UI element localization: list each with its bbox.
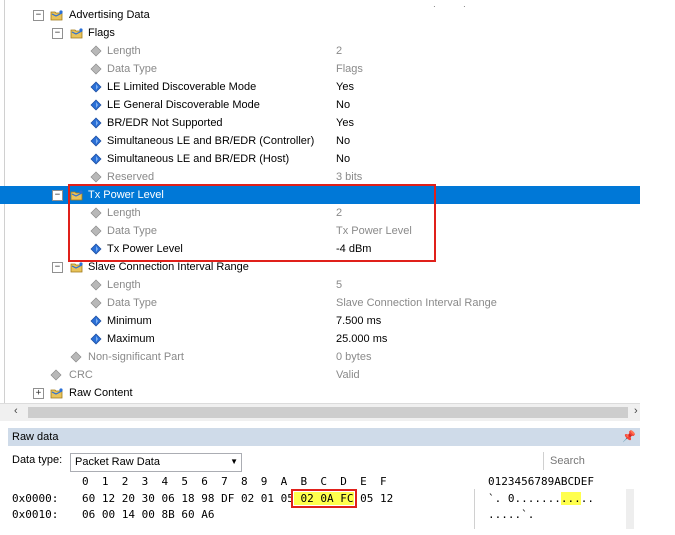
tree-row-value: Valid <box>336 369 360 381</box>
hex-divider <box>474 489 475 529</box>
horizontal-scrollbar[interactable]: ‹ › <box>0 403 640 421</box>
tree-row-value: No <box>336 99 351 111</box>
tree-row-label: Minimum <box>107 315 152 327</box>
search-input[interactable]: Search <box>543 452 646 470</box>
tree-row[interactable]: Maximum 25.000 ms <box>0 330 640 348</box>
tree-row-value: Flags <box>336 63 363 75</box>
field-meta-icon <box>90 63 104 75</box>
tree-row[interactable]: Data Type Slave Connection Interval Range <box>0 294 640 312</box>
tree-row-value: 2 <box>336 45 343 57</box>
tree-row-value: No <box>336 135 351 147</box>
tree-row[interactable]: Non-significant Part 0 bytes <box>0 348 640 366</box>
tree-row[interactable]: Minimum 7.500 ms <box>0 312 640 330</box>
tree-row-label: Simultaneous LE and BR/EDR (Host) <box>107 153 290 165</box>
hex-view: 0 1 2 3 4 5 6 7 8 9 A B C D E F 01234567… <box>8 473 640 535</box>
field-group-icon <box>70 27 84 39</box>
data-type-select[interactable]: Packet Raw Data ▼ <box>70 453 242 472</box>
field-meta-icon <box>70 351 84 363</box>
annotation-box-tx-power <box>68 184 436 262</box>
ascii-column-header: 0123456789ABCDEF <box>488 475 594 488</box>
tree-row-label: Non-significant Part <box>88 351 184 363</box>
tree-row-label: Simultaneous LE and BR/EDR (Controller) <box>107 135 315 147</box>
field-value-icon <box>90 117 104 129</box>
tree-row-value: 0 bytes <box>336 351 372 363</box>
hex-bytes[interactable]: 06 00 14 00 8B 60 A6 <box>82 508 214 521</box>
field-value-icon <box>90 99 104 111</box>
tree-row[interactable]: Simultaneous LE and BR/EDR (Controller) N… <box>0 132 640 150</box>
tree-row-value: Yes <box>336 81 354 93</box>
raw-data-toolbar: Data type: Packet Raw Data ▼ Search <box>8 451 640 473</box>
hex-bytes[interactable]: 60 12 20 30 06 18 98 DF 02 01 05 02 0A F… <box>82 489 393 508</box>
tree-row[interactable]: Simultaneous LE and BR/EDR (Host) No <box>0 150 640 168</box>
field-meta-icon <box>90 279 104 291</box>
highlighted-bytes[interactable]: 02 0A FC <box>290 489 357 508</box>
tree-row-label: Advertising Data <box>69 9 150 21</box>
field-value-icon <box>90 153 104 165</box>
scroll-thumb[interactable] <box>28 407 628 418</box>
vertical-scroll-top-marks: · · <box>433 2 466 11</box>
collapse-icon[interactable]: − <box>52 262 63 273</box>
tree-row-value: 5 <box>336 279 343 291</box>
ascii-bytes[interactable]: .....`. <box>488 508 534 521</box>
tree-row-label: LE Limited Discoverable Mode <box>107 81 257 93</box>
field-group-icon <box>50 387 64 399</box>
scroll-left-icon[interactable]: ‹ <box>14 405 18 417</box>
data-type-label: Data type: <box>12 454 63 466</box>
tree-row[interactable]: BR/EDR Not Supported Yes <box>0 114 640 132</box>
field-meta-icon <box>90 171 104 183</box>
hex-address: 0x0010: <box>12 508 59 521</box>
tree-row[interactable]: Data Type Flags <box>0 60 640 78</box>
hex-address: 0x0000: <box>12 492 59 505</box>
tree-row-label: Length <box>107 279 141 291</box>
collapse-icon[interactable]: − <box>52 190 63 201</box>
field-value-icon <box>90 81 104 93</box>
tree-row[interactable]: − Flags <box>0 24 640 42</box>
tree-row[interactable]: LE General Discoverable Mode No <box>0 96 640 114</box>
field-meta-icon <box>50 369 64 381</box>
expand-icon[interactable]: + <box>33 388 44 399</box>
data-type-value: Packet Raw Data <box>75 456 160 468</box>
tree-row-label: LE General Discoverable Mode <box>107 99 260 111</box>
ascii-bytes[interactable]: `. 0............ <box>488 492 594 505</box>
tree-row-value: 25.000 ms <box>336 333 388 345</box>
hex-column-header: 0 1 2 3 4 5 6 7 8 9 A B C D E F <box>82 475 387 488</box>
tree-row[interactable]: CRC Valid <box>0 366 640 384</box>
tree-row-value: 7.500 ms <box>336 315 382 327</box>
raw-data-panel-header: Raw data 📌 <box>8 428 640 446</box>
field-meta-icon <box>90 297 104 309</box>
chevron-down-icon[interactable]: ▼ <box>230 457 238 466</box>
tree-row-value: Slave Connection Interval Range <box>336 297 497 309</box>
collapse-icon[interactable]: − <box>33 10 44 21</box>
tree-row[interactable]: − Advertising Data <box>0 6 640 24</box>
tree-row-label: CRC <box>69 369 93 381</box>
field-group-icon <box>50 9 64 21</box>
raw-data-title: Raw data <box>12 431 59 443</box>
tree-row[interactable]: Length 2 <box>0 42 640 60</box>
tree-row-label: BR/EDR Not Supported <box>107 117 223 129</box>
tree-row-label: Flags <box>88 27 115 39</box>
tree-row-value: Yes <box>336 117 354 129</box>
field-value-icon <box>90 315 104 327</box>
scroll-right-icon[interactable]: › <box>634 405 638 417</box>
tree-row[interactable]: Length 5 <box>0 276 640 294</box>
collapse-icon[interactable]: − <box>52 28 63 39</box>
tree-row[interactable]: LE Limited Discoverable Mode Yes <box>0 78 640 96</box>
tree-row-label: Data Type <box>107 63 157 75</box>
tree-row-value: No <box>336 153 351 165</box>
ascii-divider <box>626 489 634 529</box>
field-group-icon <box>70 261 84 273</box>
tree-row-label: Data Type <box>107 297 157 309</box>
field-meta-icon <box>90 45 104 57</box>
field-value-icon <box>90 135 104 147</box>
tree-row[interactable]: + Raw Content <box>0 384 640 402</box>
pin-icon[interactable]: 📌 <box>622 428 636 446</box>
tree-row-label: Maximum <box>107 333 155 345</box>
tree-row-label: Length <box>107 45 141 57</box>
field-value-icon <box>90 333 104 345</box>
tree-row-label: Raw Content <box>69 387 133 399</box>
